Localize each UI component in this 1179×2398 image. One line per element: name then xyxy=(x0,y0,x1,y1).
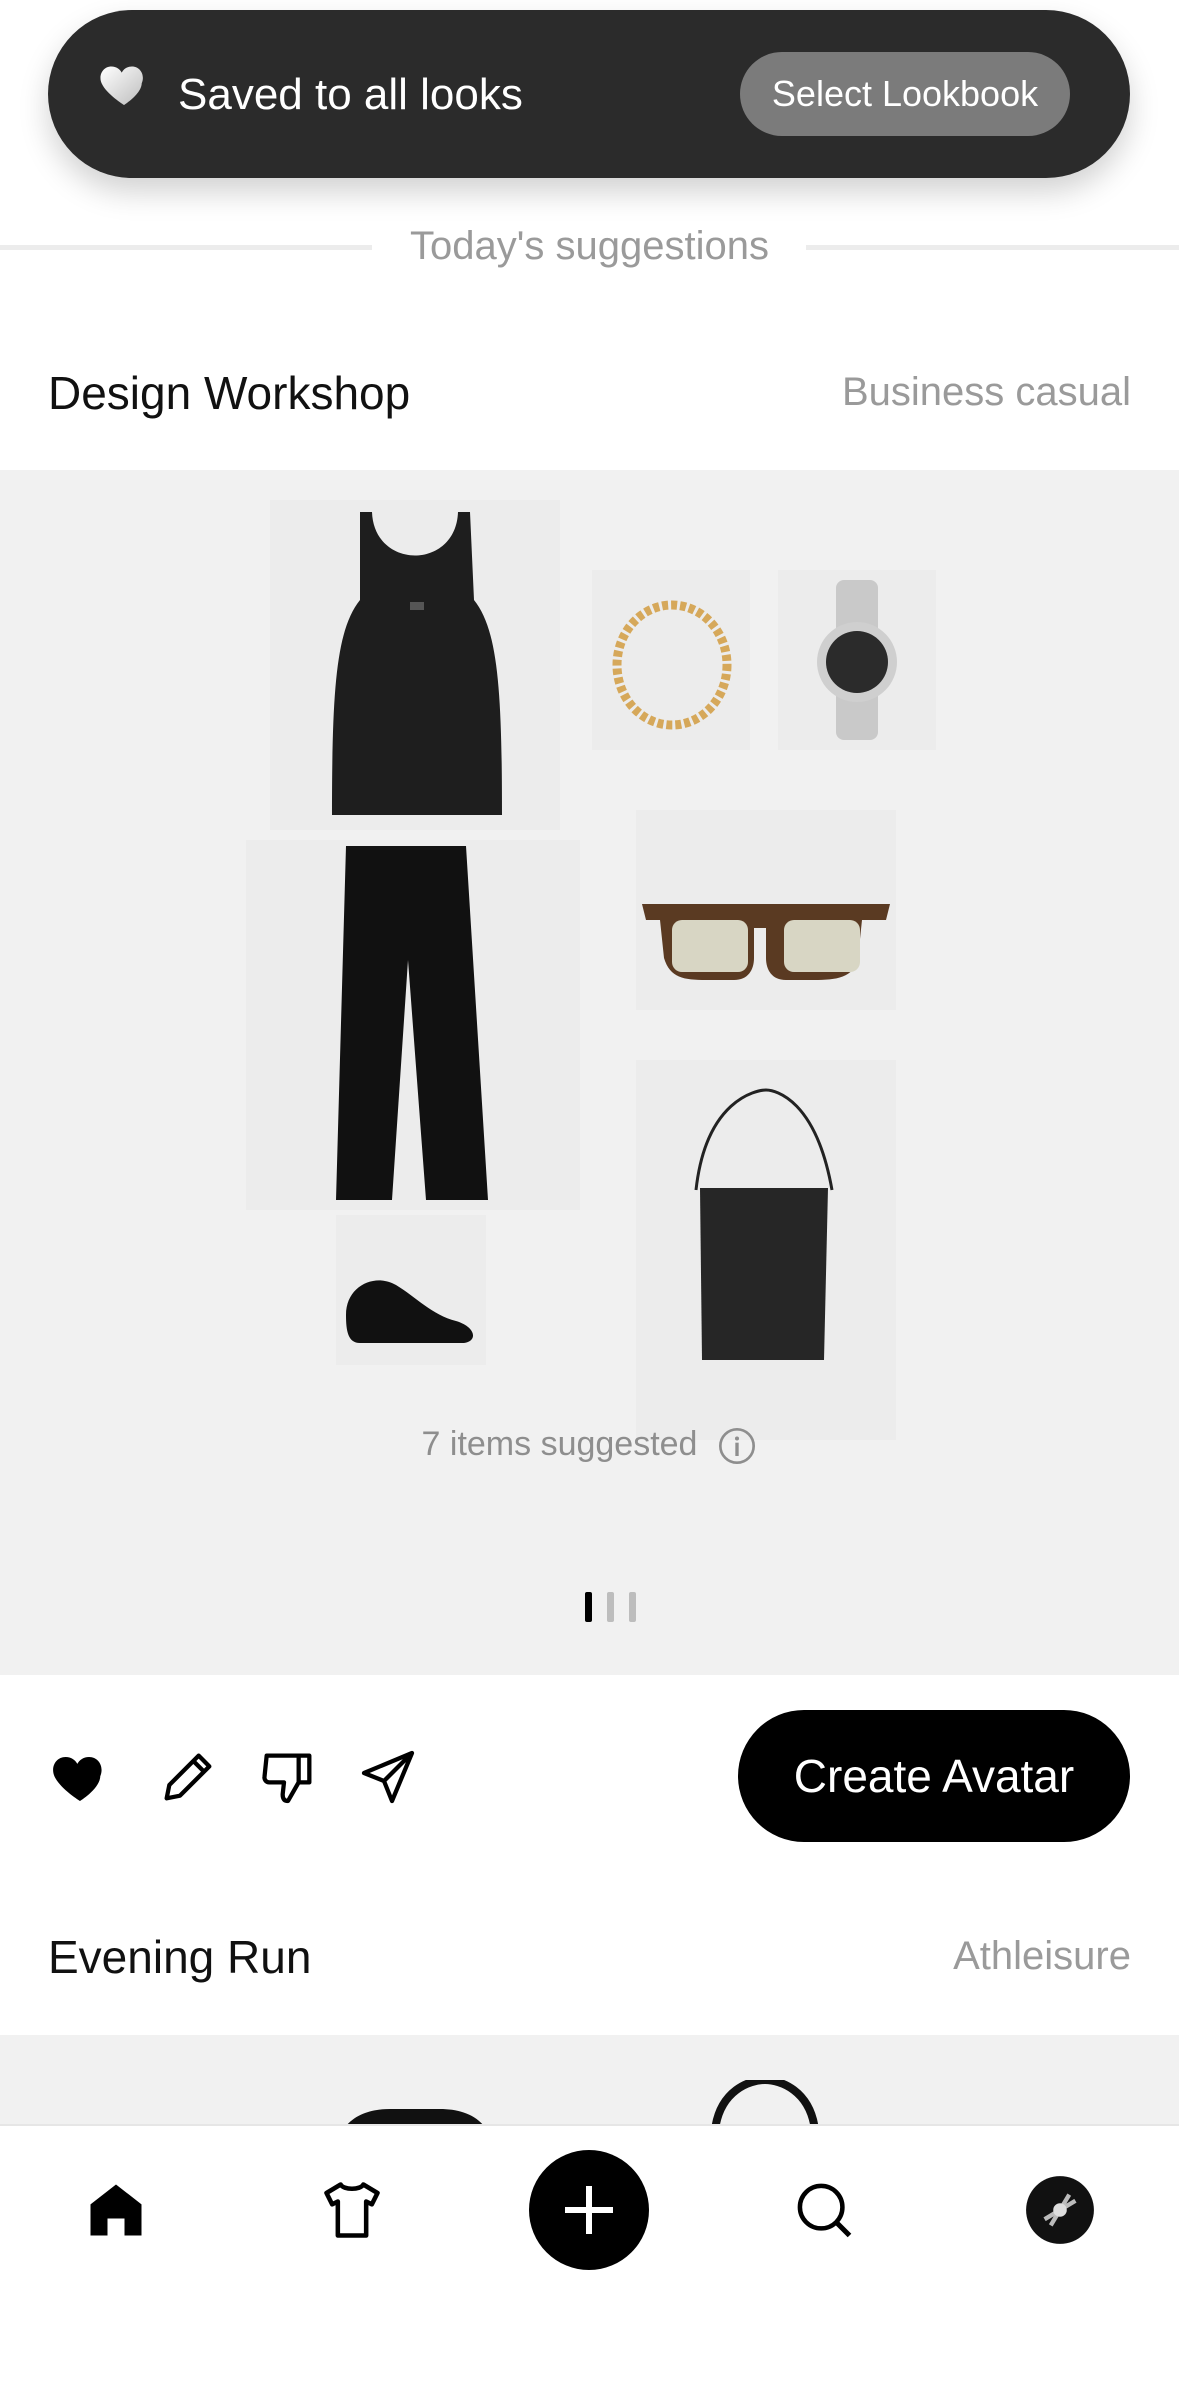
create-avatar-button[interactable]: Create Avatar xyxy=(738,1710,1130,1842)
saved-toast: Saved to all looks Select Lookbook xyxy=(48,10,1130,178)
nav-profile[interactable] xyxy=(1010,2160,1110,2260)
select-lookbook-button[interactable]: Select Lookbook xyxy=(740,52,1070,136)
search-icon xyxy=(797,2183,852,2238)
add-button[interactable] xyxy=(529,2150,649,2270)
black-trousers-image[interactable] xyxy=(246,840,580,1210)
toast-message: Saved to all looks xyxy=(178,70,523,119)
look-style-tag-2: Athleisure xyxy=(953,1934,1131,1978)
share-send-icon[interactable] xyxy=(356,1745,420,1809)
suggestions-divider: Today's suggestions xyxy=(0,222,1179,272)
pager-dot xyxy=(607,1592,614,1622)
edit-pencil-icon[interactable] xyxy=(156,1745,220,1809)
dislike-thumbs-down-icon[interactable] xyxy=(256,1745,320,1809)
tote-bag-image[interactable] xyxy=(636,1060,896,1440)
gold-necklace-image[interactable] xyxy=(592,570,750,750)
silver-watch-image[interactable] xyxy=(778,570,936,750)
wardrobe-shirt-icon xyxy=(324,2182,380,2238)
tank-top-image[interactable] xyxy=(270,500,560,830)
bag-item-peek xyxy=(711,2080,819,2125)
look-style-tag: Business casual xyxy=(841,370,1131,414)
top-item-peek xyxy=(346,2109,484,2125)
pager-dot-active xyxy=(585,1592,592,1622)
profile-avatar-icon xyxy=(1026,2176,1094,2244)
items-summary-text: 7 items suggested xyxy=(421,1425,698,1463)
suggestions-heading: Today's suggestions xyxy=(384,224,795,268)
look-title-2: Evening Run xyxy=(48,1931,312,1983)
sunglasses-image[interactable] xyxy=(636,810,896,1010)
outfit-panel[interactable]: 7 items suggested xyxy=(0,470,1179,1675)
nav-search[interactable] xyxy=(774,2160,874,2260)
home-icon xyxy=(90,2184,142,2236)
bottom-nav xyxy=(0,2124,1179,2398)
pager-dot xyxy=(629,1592,636,1622)
nav-wardrobe[interactable] xyxy=(302,2160,402,2260)
add-icon xyxy=(565,2186,613,2234)
info-icon[interactable] xyxy=(717,1426,757,1466)
nav-home[interactable] xyxy=(66,2160,166,2260)
outfit-panel-2[interactable] xyxy=(0,2035,1179,2125)
look-title: Design Workshop xyxy=(48,367,411,419)
loafers-image[interactable] xyxy=(336,1215,486,1365)
items-summary: 7 items suggested xyxy=(0,1425,1179,1466)
heart-icon xyxy=(100,66,143,105)
like-heart-icon[interactable] xyxy=(48,1745,112,1809)
